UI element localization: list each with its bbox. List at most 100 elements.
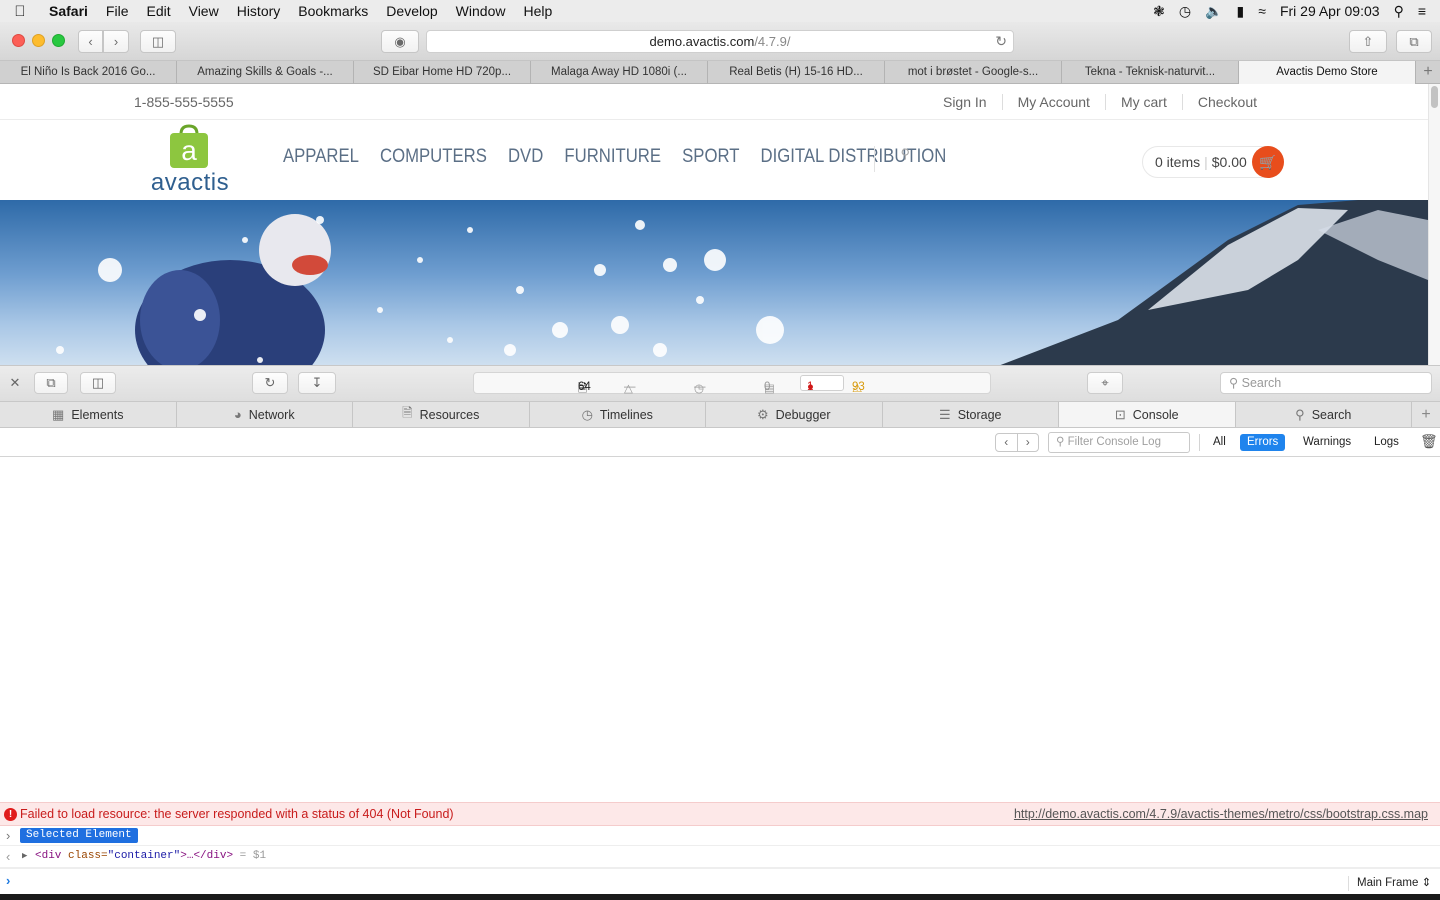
- my-cart-link[interactable]: My cart: [1104, 94, 1182, 110]
- debugger-icon: ⚙: [756, 406, 769, 422]
- menu-clock[interactable]: Fri 29 Apr 09:03: [1280, 3, 1380, 19]
- browser-tab[interactable]: Amazing Skills & Goals -...: [177, 61, 354, 84]
- zoom-window-button[interactable]: [52, 34, 65, 47]
- nav-apparel[interactable]: APPAREL: [283, 146, 359, 168]
- filter-warnings[interactable]: Warnings: [1296, 434, 1358, 451]
- menu-bookmarks[interactable]: Bookmarks: [289, 3, 377, 19]
- browser-tab[interactable]: Real Betis (H) 15-16 HD...: [708, 61, 885, 84]
- dom-node[interactable]: <div class="container">…</div> = $1: [35, 846, 266, 867]
- page-scrollbar[interactable]: [1428, 84, 1440, 365]
- tab-resources[interactable]: 🗎 Resources: [353, 402, 530, 427]
- back-button[interactable]: ‹: [78, 30, 103, 53]
- bluetooth-icon[interactable]: ❃: [1153, 3, 1165, 20]
- filter-errors[interactable]: Errors: [1240, 434, 1286, 451]
- inspector-search-field[interactable]: ⚲ Search: [1220, 372, 1432, 394]
- nav-furniture[interactable]: FURNITURE: [564, 146, 661, 168]
- share-button[interactable]: ⇧: [1349, 30, 1387, 53]
- close-window-button[interactable]: [12, 34, 25, 47]
- console-selected-element: › Selected Element: [0, 826, 1440, 846]
- volume-icon[interactable]: 🔈: [1205, 3, 1222, 20]
- detach-window-button[interactable]: ⧉: [34, 372, 68, 394]
- nav-computers[interactable]: COMPUTERS: [380, 146, 487, 168]
- browser-tab[interactable]: SD Eibar Home HD 720p...: [354, 61, 531, 84]
- cart-icon[interactable]: 🛒: [1252, 146, 1284, 178]
- svg-text:a: a: [181, 135, 197, 166]
- dock-side-button[interactable]: ◫: [80, 372, 116, 394]
- browser-tab[interactable]: mot i brøstet - Google-s...: [885, 61, 1062, 84]
- menu-file[interactable]: File: [97, 3, 138, 19]
- prompt-chevron-icon: ›: [6, 873, 11, 888]
- nav-dvd[interactable]: DVD: [508, 146, 543, 168]
- reload-page-button[interactable]: ↻: [252, 372, 288, 394]
- battery-icon[interactable]: ▮: [1237, 3, 1245, 20]
- browser-tab-active[interactable]: Avactis Demo Store: [1239, 61, 1416, 84]
- address-bar[interactable]: demo.avactis.com/4.7.9/ ↻: [426, 30, 1014, 53]
- minimize-window-button[interactable]: [32, 34, 45, 47]
- tab-storage[interactable]: ☰ Storage: [883, 402, 1059, 427]
- tab-console[interactable]: ⊡ Console: [1059, 402, 1236, 427]
- menu-window[interactable]: Window: [447, 3, 515, 19]
- store-search-icon[interactable]: ⚲: [874, 146, 910, 172]
- filter-all[interactable]: All: [1206, 434, 1233, 451]
- element-picker-button[interactable]: ⌖: [1087, 372, 1123, 394]
- sidebar-icon: ◫: [151, 33, 165, 49]
- disclosure-triangle-icon[interactable]: ▶: [22, 846, 27, 867]
- download-archive-button[interactable]: ↧: [298, 372, 336, 394]
- clear-console-icon[interactable]: 🗑: [1420, 433, 1438, 450]
- my-account-link[interactable]: My Account: [1001, 94, 1105, 110]
- previous-message-button[interactable]: ‹: [996, 434, 1018, 451]
- updown-icon: ⇕: [1421, 877, 1432, 889]
- timelines-icon: ◷: [581, 406, 593, 422]
- close-inspector-button[interactable]: ✕: [4, 372, 26, 394]
- snow-spray-image: [56, 216, 784, 363]
- forward-button[interactable]: ›: [103, 30, 129, 53]
- nav-sport[interactable]: SPORT: [682, 146, 739, 168]
- tab-overview-button[interactable]: ⧉: [1396, 30, 1432, 53]
- store-logo[interactable]: a avactis: [144, 122, 236, 198]
- cart-total: $0.00: [1211, 154, 1247, 170]
- next-message-button[interactable]: ›: [1018, 434, 1039, 451]
- tab-search[interactable]: ⚲ Search: [1236, 402, 1412, 427]
- tab-network[interactable]: ◕ Network: [177, 402, 353, 427]
- tab-elements[interactable]: ▦ Elements: [0, 402, 177, 427]
- browser-tab[interactable]: Malaga Away HD 1080i (...: [531, 61, 708, 84]
- menu-app-safari[interactable]: Safari: [40, 3, 97, 19]
- browser-tab[interactable]: Tekna - Teknisk-naturvit...: [1062, 61, 1239, 84]
- menu-develop[interactable]: Develop: [377, 3, 446, 19]
- browser-tab[interactable]: El Niño Is Back 2016 Go...: [0, 61, 177, 84]
- privacy-report-button[interactable]: ◉: [381, 30, 419, 53]
- filter-logs[interactable]: Logs: [1367, 434, 1406, 451]
- close-icon: ✕: [9, 375, 21, 390]
- console-prompt[interactable]: › Main Frame ⇕: [0, 868, 1440, 894]
- nav-digital-distribution[interactable]: DIGITAL DISTRIBUTION: [761, 146, 947, 168]
- console-error-message[interactable]: ! Failed to load resource: the server re…: [0, 802, 1440, 826]
- errors-count[interactable]: ● 1: [800, 375, 844, 393]
- notification-center-icon[interactable]: ≡: [1418, 3, 1426, 19]
- add-tab-button[interactable]: +: [1412, 402, 1440, 427]
- time-machine-icon[interactable]: ◷: [1179, 3, 1191, 20]
- search-icon: ⚲: [1229, 376, 1239, 390]
- filter-console-input[interactable]: ⚲ Filter Console Log: [1048, 432, 1190, 453]
- scrollbar-thumb[interactable]: [1431, 86, 1438, 108]
- error-source-link[interactable]: http://demo.avactis.com/4.7.9/avactis-th…: [1014, 803, 1428, 825]
- reload-icon[interactable]: ↻: [995, 31, 1007, 52]
- console-dom-result[interactable]: ‹ ▶ <div class="container">…</div> = $1: [0, 846, 1440, 868]
- new-tab-button[interactable]: +: [1416, 61, 1440, 83]
- tab-debugger[interactable]: ⚙ Debugger: [706, 402, 883, 427]
- chevron-left-icon: ‹: [88, 34, 93, 49]
- wifi-icon[interactable]: ≈: [1258, 3, 1266, 19]
- cart-widget[interactable]: 0 items | $0.00 🛒: [1142, 146, 1284, 178]
- menu-edit[interactable]: Edit: [137, 3, 179, 19]
- tabs-icon: ⧉: [1409, 33, 1419, 49]
- reload-icon: ↻: [264, 375, 276, 390]
- menu-help[interactable]: Help: [514, 3, 561, 19]
- sidebar-toggle-button[interactable]: ◫: [140, 30, 176, 53]
- execution-context-select[interactable]: Main Frame ⇕: [1348, 876, 1431, 891]
- apple-menu-icon[interactable]: : [0, 3, 40, 20]
- spotlight-icon[interactable]: ⚲: [1394, 3, 1404, 20]
- sign-in-link[interactable]: Sign In: [928, 94, 1002, 110]
- checkout-link[interactable]: Checkout: [1181, 94, 1272, 110]
- menu-history[interactable]: History: [228, 3, 290, 19]
- menu-view[interactable]: View: [180, 3, 228, 19]
- tab-timelines[interactable]: ◷ Timelines: [530, 402, 706, 427]
